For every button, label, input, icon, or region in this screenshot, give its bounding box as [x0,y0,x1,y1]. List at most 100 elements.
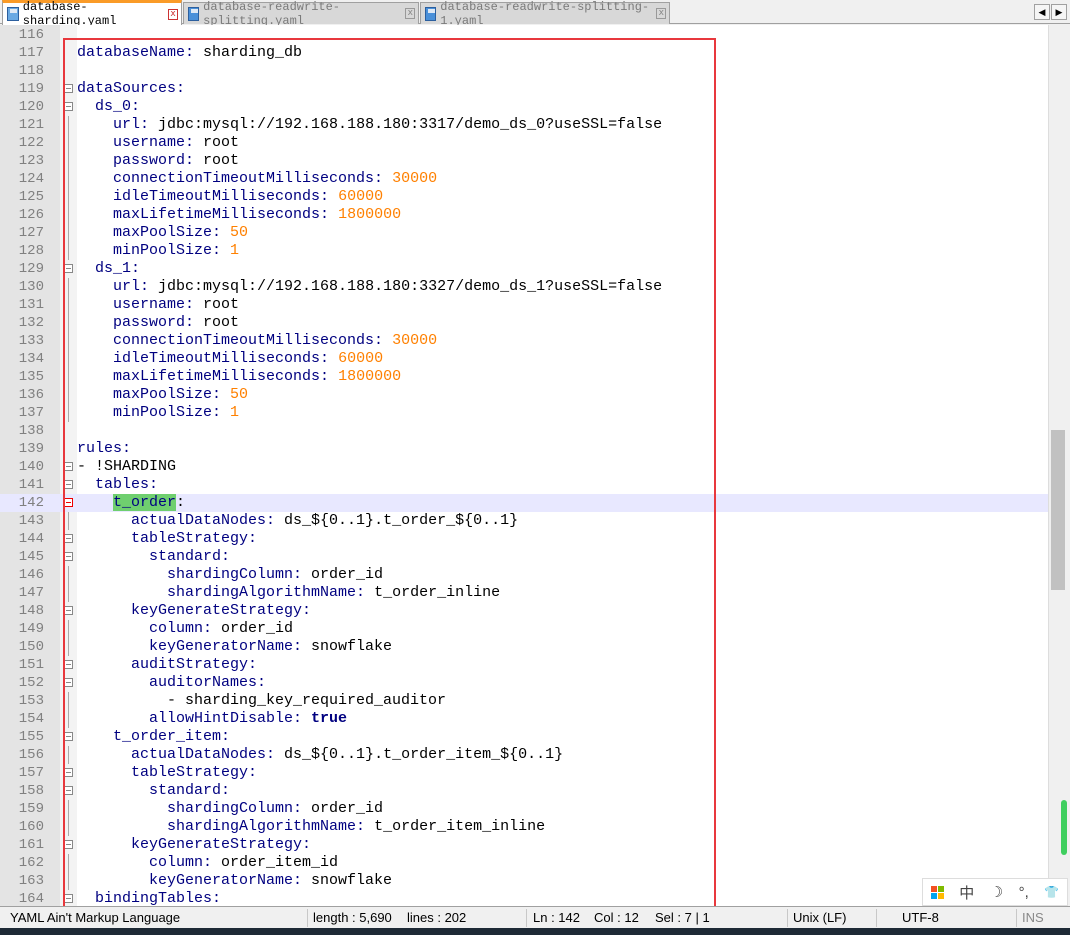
code-line[interactable]: 157 tableStrategy: [0,764,1048,782]
code-line[interactable]: 127 maxPoolSize: 50 [0,224,1048,242]
line-number: 130 [18,279,44,295]
code-text: column: order_id [77,620,293,638]
fold-guide [68,242,69,260]
fold-toggle-icon[interactable] [64,498,73,507]
yaml-key: url: [113,116,150,133]
punctuation-icon[interactable]: °, [1019,884,1029,901]
fold-toggle-icon[interactable] [64,84,73,93]
tab-database-readwrite-splitting-1[interactable]: database-readwrite-splitting-1.yaml x [420,0,670,28]
yaml-key: actualDataNodes: [131,746,276,763]
fold-toggle-icon[interactable] [64,786,73,795]
code-line[interactable]: 148 keyGenerateStrategy: [0,602,1048,620]
tab-database-readwrite-splitting[interactable]: database-readwrite-splitting.yaml x [183,0,419,28]
code-line[interactable]: 143 actualDataNodes: ds_${0..1}.t_order_… [0,512,1048,530]
code-line[interactable]: 135 maxLifetimeMilliseconds: 1800000 [0,368,1048,386]
code-line[interactable]: 144 tableStrategy: [0,530,1048,548]
vertical-scrollbar[interactable] [1048,25,1067,906]
code-line[interactable]: 164 bindingTables: [0,890,1048,906]
line-number: 131 [18,297,44,313]
yaml-value: 1800000 [329,368,402,385]
code-line[interactable]: 130 url: jdbc:mysql://192.168.188.180:33… [0,278,1048,296]
close-tab-icon[interactable]: x [167,8,178,20]
code-line[interactable]: 142 t_order: [0,494,1048,512]
tab-scroll-left-button[interactable]: ◀ [1034,4,1050,20]
fold-toggle-icon[interactable] [64,102,73,111]
code-line[interactable]: 121 url: jdbc:mysql://192.168.188.180:33… [0,116,1048,134]
code-line[interactable]: 117 databaseName: sharding_db [0,44,1048,62]
yaml-value: jdbc:mysql://192.168.188.180:3327/demo_d… [149,278,663,295]
scrollbar-thumb[interactable] [1051,430,1065,590]
fold-toggle-icon[interactable] [64,894,73,903]
code-line[interactable]: 120 ds_0: [0,98,1048,116]
fold-toggle-icon[interactable] [64,660,73,669]
code-line[interactable]: 116 [0,26,1048,44]
code-line[interactable]: 133 connectionTimeoutMilliseconds: 30000 [0,332,1048,350]
fold-guide [68,332,69,350]
code-line[interactable]: 138 [0,422,1048,440]
windows-logo-icon [930,885,944,899]
fold-guide [68,206,69,224]
fold-toggle-icon[interactable] [64,480,73,489]
yaml-value: 50 [221,224,249,241]
tab-scroll-right-button[interactable]: ▶ [1051,4,1067,20]
ime-language-toggle[interactable]: 中 [959,882,974,903]
ime-toolbar[interactable]: 中 ☽ °, 👕 [922,878,1068,906]
code-line[interactable]: 132 password: root [0,314,1048,332]
code-line[interactable]: 122 username: root [0,134,1048,152]
fold-toggle-icon[interactable] [64,264,73,273]
fold-toggle-icon[interactable] [64,678,73,687]
code-line[interactable]: 137 minPoolSize: 1 [0,404,1048,422]
code-line[interactable]: 153 - sharding_key_required_auditor [0,692,1048,710]
code-text: ds_1: [77,260,140,278]
code-line[interactable]: 158 standard: [0,782,1048,800]
code-line[interactable]: 155 t_order_item: [0,728,1048,746]
code-line[interactable]: 131 username: root [0,296,1048,314]
fold-toggle-icon[interactable] [64,606,73,615]
code-line[interactable]: 156 actualDataNodes: ds_${0..1}.t_order_… [0,746,1048,764]
tab-database-sharding[interactable]: database-sharding.yaml x [2,0,182,28]
code-line[interactable]: 161 keyGenerateStrategy: [0,836,1048,854]
line-number: 158 [18,783,44,799]
code-line[interactable]: 129 ds_1: [0,260,1048,278]
line-number: 159 [18,801,44,817]
code-line[interactable]: 126 maxLifetimeMilliseconds: 1800000 [0,206,1048,224]
code-line[interactable]: 128 minPoolSize: 1 [0,242,1048,260]
line-number: 141 [18,477,44,493]
close-tab-icon[interactable]: x [656,8,667,19]
code-line[interactable]: 150 keyGeneratorName: snowflake [0,638,1048,656]
code-line[interactable]: 163 keyGeneratorName: snowflake [0,872,1048,890]
line-number: 123 [18,153,44,169]
code-line[interactable]: 145 standard: [0,548,1048,566]
yaml-key: tableStrategy: [131,530,258,547]
code-line[interactable]: 146 shardingColumn: order_id [0,566,1048,584]
fold-toggle-icon[interactable] [64,462,73,471]
close-tab-icon[interactable]: x [405,8,415,19]
code-editor[interactable]: 116 117 databaseName: sharding_db 118 119 dat… [0,25,1048,906]
code-line[interactable]: 152 auditorNames: [0,674,1048,692]
code-line[interactable]: 147 shardingAlgorithmName: t_order_inlin… [0,584,1048,602]
code-line[interactable]: 154 allowHintDisable: true [0,710,1048,728]
fold-toggle-icon[interactable] [64,732,73,741]
code-line[interactable]: 119 dataSources: [0,80,1048,98]
code-line[interactable]: 140 - !SHARDING [0,458,1048,476]
code-line[interactable]: 139 rules: [0,440,1048,458]
fold-toggle-icon[interactable] [64,840,73,849]
fold-toggle-icon[interactable] [64,534,73,543]
code-line[interactable]: 160 shardingAlgorithmName: t_order_item_… [0,818,1048,836]
code-text: maxLifetimeMilliseconds: 1800000 [77,206,401,224]
code-line[interactable]: 123 password: root [0,152,1048,170]
code-line[interactable]: 134 idleTimeoutMilliseconds: 60000 [0,350,1048,368]
fold-toggle-icon[interactable] [64,552,73,561]
fold-toggle-icon[interactable] [64,768,73,777]
code-line[interactable]: 151 auditStrategy: [0,656,1048,674]
code-line[interactable]: 149 column: order_id [0,620,1048,638]
code-line[interactable]: 136 maxPoolSize: 50 [0,386,1048,404]
code-line[interactable]: 124 connectionTimeoutMilliseconds: 30000 [0,170,1048,188]
code-line[interactable]: 118 [0,62,1048,80]
code-line[interactable]: 141 tables: [0,476,1048,494]
code-line[interactable]: 162 column: order_item_id [0,854,1048,872]
moon-icon[interactable]: ☽ [990,883,1003,901]
code-line[interactable]: 125 idleTimeoutMilliseconds: 60000 [0,188,1048,206]
skin-icon[interactable]: 👕 [1044,885,1059,899]
code-line[interactable]: 159 shardingColumn: order_id [0,800,1048,818]
